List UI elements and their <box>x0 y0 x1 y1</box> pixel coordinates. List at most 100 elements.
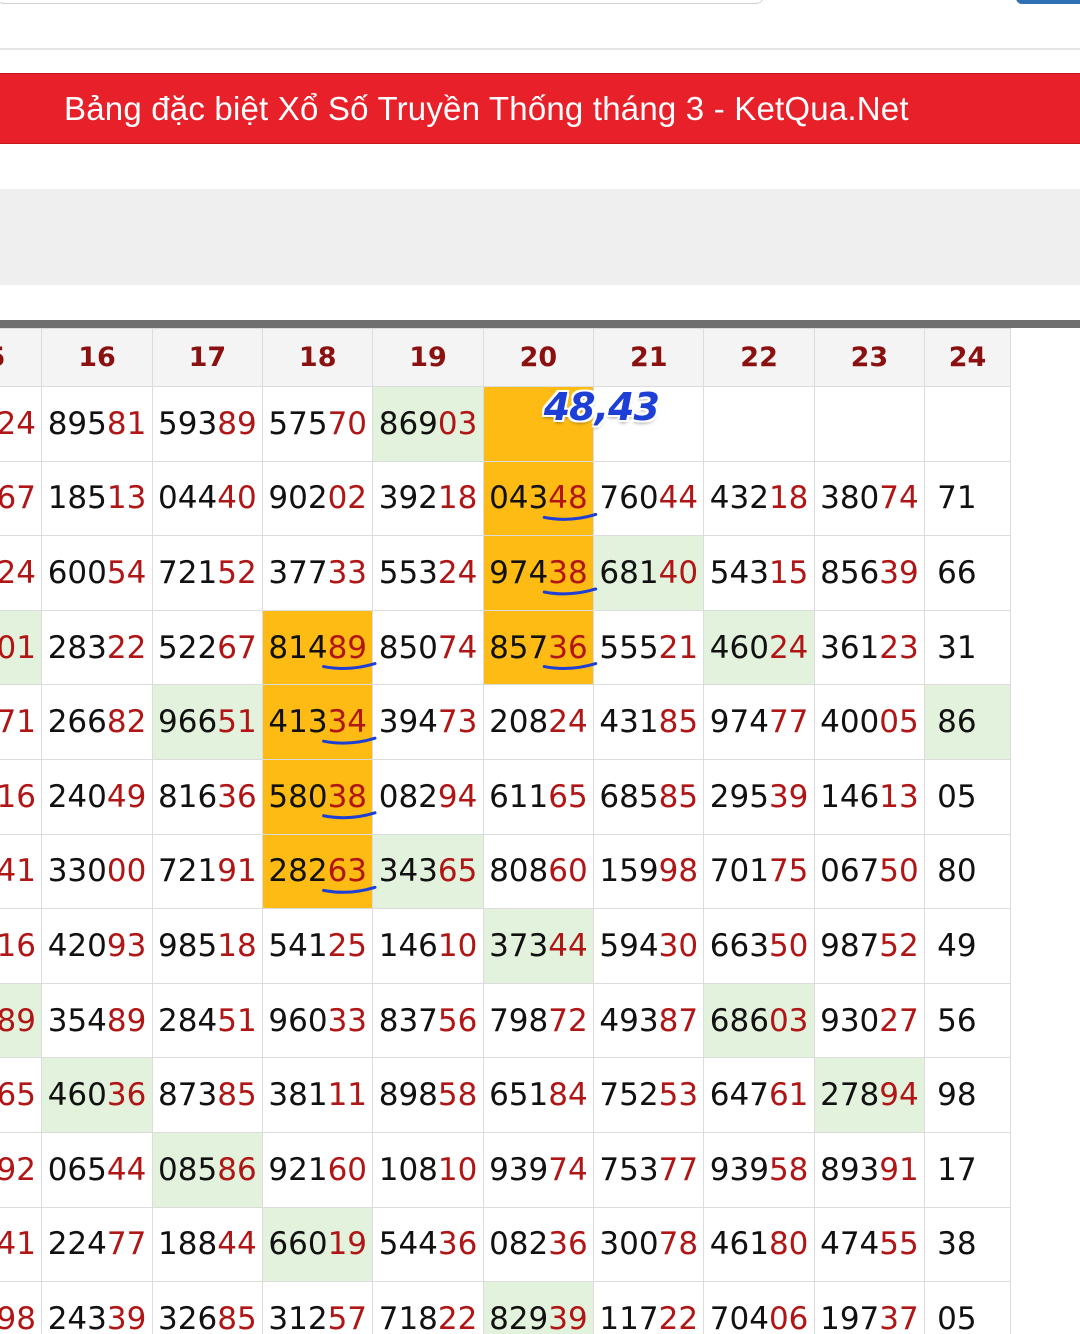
result-cell[interactable]: 14613 <box>813 758 926 835</box>
result-cell[interactable]: 23065 <box>0 1057 43 1133</box>
result-cell[interactable]: 18513 <box>41 460 153 537</box>
result-cell[interactable]: 60054 <box>41 535 153 611</box>
result-cell[interactable]: 31257 <box>262 1281 374 1334</box>
result-cell[interactable]: 40005 <box>813 684 926 760</box>
result-cell[interactable]: 49387 <box>593 982 705 1059</box>
result-cell[interactable]: 49 <box>924 908 1011 984</box>
result-cell[interactable]: 85074 <box>372 609 484 686</box>
result-cell[interactable]: 80 <box>924 833 1011 910</box>
result-cell[interactable]: 55324 <box>372 535 484 611</box>
result-cell[interactable]: 48,43 <box>482 385 660 462</box>
result-cell[interactable]: 54125 <box>262 908 374 984</box>
search-button[interactable] <box>1016 0 1080 4</box>
result-cell[interactable]: 48192 <box>0 1131 43 1208</box>
result-cell[interactable]: 81489 <box>262 609 374 686</box>
result-cell[interactable]: 68603 <box>703 982 815 1059</box>
result-cell[interactable]: 57570 <box>262 386 374 462</box>
result-cell[interactable]: 70175 <box>703 833 815 910</box>
result-cell[interactable]: 22224 <box>0 535 43 611</box>
result-cell[interactable]: 93974 <box>482 1131 595 1208</box>
result-cell[interactable] <box>924 386 1011 462</box>
result-cell[interactable]: 31016 <box>0 908 43 984</box>
search-input[interactable] <box>0 0 764 4</box>
result-cell[interactable]: 38 <box>924 1206 1011 1283</box>
result-cell[interactable]: 24339 <box>41 1281 153 1334</box>
result-cell[interactable]: 75989 <box>0 982 43 1059</box>
result-cell[interactable]: 68585 <box>593 758 705 835</box>
result-cell[interactable]: 08236 <box>482 1206 595 1283</box>
result-cell[interactable]: 05 <box>924 758 1011 835</box>
result-cell[interactable]: 55398 <box>0 1281 43 1334</box>
result-cell[interactable]: 31 <box>924 609 1011 686</box>
result-cell[interactable]: 46180 <box>703 1206 815 1283</box>
result-cell[interactable]: 79872 <box>482 982 595 1059</box>
result-cell[interactable]: 28451 <box>151 982 264 1059</box>
result-cell[interactable]: 66019 <box>262 1206 374 1283</box>
result-cell[interactable]: 05 <box>924 1281 1011 1334</box>
result-cell[interactable]: 85736 <box>482 609 595 686</box>
result-cell[interactable]: 64761 <box>703 1057 815 1133</box>
result-cell[interactable]: 15998 <box>593 833 705 910</box>
result-cell[interactable]: 75377 <box>593 1131 705 1208</box>
result-cell[interactable]: 41334 <box>262 684 374 760</box>
result-cell[interactable]: 92160 <box>262 1131 374 1208</box>
result-cell[interactable]: 43185 <box>593 684 705 760</box>
result-cell[interactable]: 47455 <box>813 1206 926 1283</box>
result-cell[interactable]: 89391 <box>813 1131 926 1208</box>
result-cell[interactable]: 98518 <box>151 908 264 984</box>
result-cell[interactable]: 43218 <box>703 460 815 537</box>
result-cell[interactable]: 26682 <box>41 684 153 760</box>
result-cell[interactable]: 89858 <box>372 1057 484 1133</box>
result-cell[interactable]: 06544 <box>41 1131 153 1208</box>
result-cell[interactable]: 38074 <box>813 460 926 537</box>
result-cell[interactable]: 58038 <box>262 758 374 835</box>
result-cell[interactable]: 83756 <box>372 982 484 1059</box>
result-cell[interactable]: 98752 <box>813 908 926 984</box>
result-cell[interactable]: 55771 <box>0 684 43 760</box>
result-cell[interactable]: 89581 <box>41 386 153 462</box>
result-cell[interactable]: 32685 <box>151 1281 264 1334</box>
result-cell[interactable]: 06750 <box>813 833 926 910</box>
result-cell[interactable]: 22477 <box>41 1206 153 1283</box>
result-cell[interactable]: 59430 <box>593 908 705 984</box>
result-cell[interactable]: 34365 <box>372 833 484 910</box>
result-cell[interactable]: 71724 <box>0 386 43 462</box>
result-cell[interactable]: 29539 <box>703 758 815 835</box>
result-cell[interactable]: 30078 <box>593 1206 705 1283</box>
result-cell[interactable]: 17 <box>924 1131 1011 1208</box>
result-cell[interactable]: 14141 <box>0 833 43 910</box>
result-cell[interactable]: 85639 <box>813 535 926 611</box>
result-cell[interactable]: 61165 <box>482 758 595 835</box>
result-cell[interactable]: 24049 <box>41 758 153 835</box>
result-cell[interactable]: 59389 <box>151 386 264 462</box>
result-cell[interactable]: 96651 <box>151 684 264 760</box>
result-cell[interactable]: 39218 <box>372 460 484 537</box>
result-cell[interactable]: 87385 <box>151 1057 264 1133</box>
result-cell[interactable]: 54315 <box>703 535 815 611</box>
result-cell[interactable]: 86 <box>924 684 1011 760</box>
result-cell[interactable]: 66350 <box>703 908 815 984</box>
result-cell[interactable]: 52267 <box>151 609 264 686</box>
result-cell[interactable]: 55521 <box>593 609 705 686</box>
result-cell[interactable]: 11722 <box>593 1281 705 1334</box>
result-cell[interactable]: 38111 <box>262 1057 374 1133</box>
result-cell[interactable]: 93027 <box>813 982 926 1059</box>
result-cell[interactable] <box>703 386 815 462</box>
result-cell[interactable] <box>813 386 926 462</box>
result-cell[interactable]: 12341 <box>0 1206 43 1283</box>
result-cell[interactable]: 27894 <box>813 1057 926 1133</box>
result-cell[interactable]: 68140 <box>593 535 705 611</box>
result-cell[interactable]: 71 <box>924 460 1011 537</box>
result-cell[interactable]: 20824 <box>482 684 595 760</box>
result-cell[interactable]: 04440 <box>151 460 264 537</box>
result-cell[interactable]: 08586 <box>151 1131 264 1208</box>
result-cell[interactable]: 70406 <box>703 1281 815 1334</box>
result-cell[interactable]: 36123 <box>813 609 926 686</box>
result-cell[interactable]: 46024 <box>703 609 815 686</box>
result-cell[interactable]: 19737 <box>813 1281 926 1334</box>
result-cell[interactable]: 37733 <box>262 535 374 611</box>
result-cell[interactable]: 97438 <box>482 535 595 611</box>
result-cell[interactable]: 61416 <box>0 758 43 835</box>
result-cell[interactable]: 82939 <box>482 1281 595 1334</box>
result-cell[interactable]: 56 <box>924 982 1011 1059</box>
